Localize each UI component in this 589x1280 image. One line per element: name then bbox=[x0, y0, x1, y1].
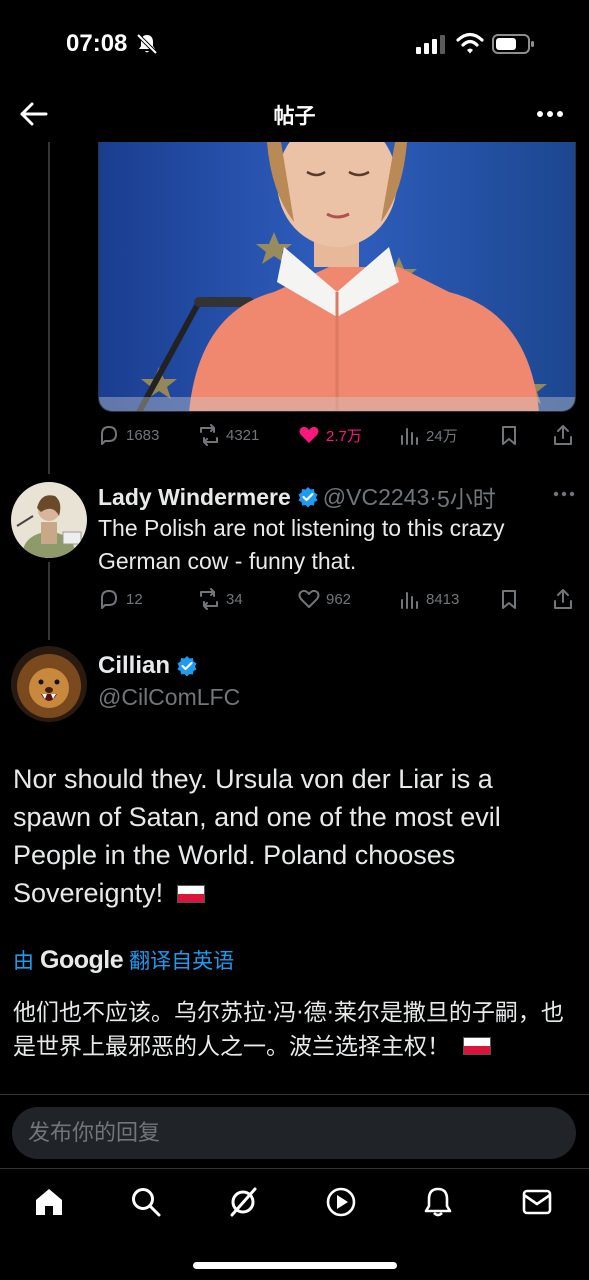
reply-author-row: Lady Windermere @VC2243 · 5小时 bbox=[98, 480, 496, 514]
home-icon[interactable] bbox=[32, 1185, 66, 1219]
reply-button[interactable]: 12 bbox=[98, 588, 143, 610]
battery-icon bbox=[492, 34, 534, 54]
repost-count: 4321 bbox=[226, 426, 260, 444]
main-post-handle[interactable]: @CilComLFC bbox=[98, 684, 240, 711]
google-logo: Google bbox=[40, 946, 124, 974]
reply-timestamp: 5小时 bbox=[436, 486, 496, 512]
heart-icon bbox=[298, 589, 320, 608]
repost-icon bbox=[200, 424, 218, 446]
status-bar: 07:08 bbox=[0, 0, 589, 88]
thread-line bbox=[48, 142, 50, 474]
reply-button[interactable]: 1683 bbox=[98, 424, 159, 446]
share-icon bbox=[554, 425, 572, 445]
grok-icon[interactable] bbox=[226, 1185, 260, 1219]
reply-input[interactable] bbox=[12, 1107, 576, 1159]
translation-attribution[interactable]: 由 Google 翻译自英语 bbox=[13, 945, 234, 975]
views-button[interactable]: 24万 bbox=[398, 424, 458, 446]
translated-from-label: 翻译自英语 bbox=[129, 950, 235, 973]
main-post-body: Nor should they. Ursula von der Liar is … bbox=[13, 764, 501, 908]
like-count: 962 bbox=[326, 590, 352, 608]
translated-text: 他们也不应该。乌尔苏拉·冯·德·莱尔是撒旦的子嗣，也是世界上最邪恶的人之一。波兰… bbox=[13, 996, 573, 1064]
bell-muted-icon bbox=[136, 33, 158, 55]
views-count: 24万 bbox=[426, 427, 458, 445]
main-post-avatar[interactable] bbox=[11, 646, 87, 722]
share-button[interactable] bbox=[552, 588, 574, 610]
post-header: 帖子 bbox=[0, 88, 589, 140]
views-icon bbox=[401, 428, 418, 445]
cellular-signal-icon bbox=[416, 35, 445, 54]
bookmark-icon bbox=[502, 426, 516, 445]
reply-count: 12 bbox=[126, 590, 143, 608]
views-count: 8413 bbox=[426, 590, 460, 608]
views-button[interactable]: 8413 bbox=[398, 588, 459, 610]
lion-avatar-illustration bbox=[11, 646, 87, 722]
reply-icon bbox=[101, 426, 117, 445]
page-title: 帖子 bbox=[273, 105, 316, 128]
verified-icon bbox=[177, 656, 197, 677]
status-time: 07:08 bbox=[66, 30, 128, 57]
notifications-icon[interactable] bbox=[421, 1185, 455, 1219]
separator-dot: · bbox=[429, 483, 437, 510]
bookmark-button[interactable] bbox=[498, 588, 520, 610]
reply-count: 1683 bbox=[126, 426, 160, 444]
more-icon[interactable] bbox=[535, 100, 565, 128]
wifi-icon bbox=[456, 32, 484, 54]
poland-flag-emoji bbox=[463, 1037, 492, 1055]
poland-flag-emoji bbox=[176, 885, 205, 903]
thread-line bbox=[48, 562, 50, 640]
reply-display-name[interactable]: Lady Windermere bbox=[98, 484, 291, 511]
reply-composer bbox=[0, 1094, 589, 1168]
search-icon[interactable] bbox=[129, 1185, 163, 1219]
video-icon[interactable] bbox=[324, 1185, 358, 1219]
main-post-display-name[interactable]: Cillian bbox=[98, 652, 170, 680]
photo-illustration bbox=[99, 142, 575, 411]
like-count: 2.7万 bbox=[326, 427, 362, 445]
reply-more-icon[interactable] bbox=[552, 483, 576, 505]
like-button[interactable]: 2.7万 bbox=[298, 424, 362, 446]
views-icon bbox=[401, 592, 418, 609]
share-icon bbox=[554, 589, 572, 609]
translated-by-label: 由 bbox=[13, 950, 34, 973]
reply-icon bbox=[101, 590, 117, 609]
home-indicator bbox=[193, 1262, 397, 1269]
repost-icon bbox=[200, 588, 218, 610]
reply-avatar[interactable] bbox=[11, 482, 87, 558]
bookmark-icon bbox=[502, 590, 516, 609]
main-post-author-row: Cillian bbox=[98, 652, 202, 680]
share-button[interactable] bbox=[552, 424, 574, 446]
main-post-text: Nor should they. Ursula von der Liar is … bbox=[13, 760, 573, 912]
post-action-bar: 1683 4321 2.7万 24万 bbox=[98, 424, 576, 450]
reply-text: The Polish are not listening to this cra… bbox=[98, 515, 505, 574]
repost-button[interactable]: 34 bbox=[198, 588, 243, 610]
reply-action-bar: 12 34 962 8413 bbox=[98, 588, 576, 614]
heart-icon bbox=[299, 426, 319, 443]
repost-button[interactable]: 4321 bbox=[198, 424, 259, 446]
repost-count: 34 bbox=[226, 590, 243, 608]
post-photo[interactable] bbox=[98, 142, 576, 412]
verified-icon bbox=[298, 487, 318, 508]
messages-icon[interactable] bbox=[520, 1185, 554, 1219]
avatar-illustration bbox=[11, 482, 87, 558]
like-button[interactable]: 962 bbox=[298, 588, 351, 610]
reply-handle[interactable]: @VC2243 bbox=[323, 484, 429, 511]
bookmark-button[interactable] bbox=[498, 424, 520, 446]
